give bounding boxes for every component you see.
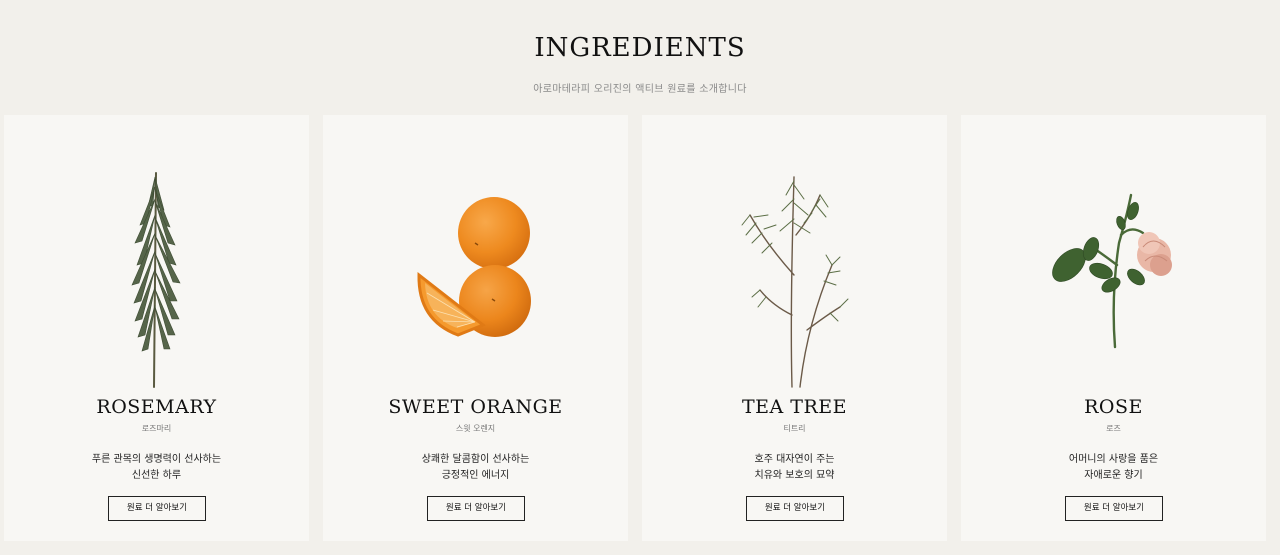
card-description-line: 상쾌한 달콤함이 선사하는 (421, 454, 530, 465)
card-description: 상쾌한 달콤함이 선사하는 긍정적인 에너지 (323, 452, 628, 484)
card-description-line: 어머니의 사랑을 품은 (1068, 454, 1159, 465)
card-description: 호주 대자연이 주는 치유와 보호의 묘약 (642, 452, 947, 484)
section-title: INGREDIENTS (534, 33, 746, 63)
card-title: ROSEMARY (96, 396, 217, 418)
orange-illustration (323, 115, 628, 395)
card-description-line: 치유와 보호의 묘약 (754, 470, 835, 481)
ingredient-card-tea-tree: TEA TREE 티트리 호주 대자연이 주는 치유와 보호의 묘약 원료 더 … (642, 115, 947, 541)
card-korean-name: 스윗 오렌지 (455, 424, 496, 433)
ingredient-card-sweet-orange: SWEET ORANGE 스윗 오렌지 상쾌한 달콤함이 선사하는 긍정적인 에… (323, 115, 628, 541)
learn-more-button-rose[interactable]: 원료 더 알아보기 (1065, 496, 1163, 521)
learn-more-button-sweet-orange[interactable]: 원료 더 알아보기 (427, 496, 525, 521)
learn-more-button-tea-tree[interactable]: 원료 더 알아보기 (746, 496, 844, 521)
card-title: TEA TREE (741, 396, 848, 418)
card-korean-name: 로즈마리 (141, 424, 172, 433)
learn-more-button-rosemary[interactable]: 원료 더 알아보기 (108, 496, 206, 521)
card-title: ROSE (1084, 396, 1143, 418)
ingredient-card-rose: ROSE 로즈 어머니의 사랑을 품은 자애로운 향기 원료 더 알아보기 (961, 115, 1266, 541)
rosemary-illustration (4, 115, 309, 395)
card-korean-name: 티트리 (783, 424, 806, 433)
card-description: 어머니의 사랑을 품은 자애로운 향기 (961, 452, 1266, 484)
card-korean-name: 로즈 (1106, 424, 1121, 433)
rose-illustration (961, 115, 1266, 395)
card-description-line: 푸른 관목의 생명력이 선사하는 (91, 454, 222, 465)
card-description-line: 신선한 하루 (131, 470, 182, 481)
card-description: 푸른 관목의 생명력이 선사하는 신선한 하루 (4, 452, 309, 484)
card-description-line: 호주 대자연이 주는 (754, 454, 835, 465)
card-title: SWEET ORANGE (388, 396, 563, 418)
card-description-line: 자애로운 향기 (1084, 470, 1143, 481)
tea-tree-illustration (642, 115, 947, 395)
ingredient-card-rosemary: ROSEMARY 로즈마리 푸른 관목의 생명력이 선사하는 신선한 하루 원료… (4, 115, 309, 541)
ingredients-header: INGREDIENTS 아로마테라피 오리진의 액티브 원료를 소개합니다 (0, 0, 1280, 115)
card-description-line: 긍정적인 에너지 (441, 470, 510, 481)
section-subtitle: 아로마테라피 오리진의 액티브 원료를 소개합니다 (533, 84, 747, 95)
